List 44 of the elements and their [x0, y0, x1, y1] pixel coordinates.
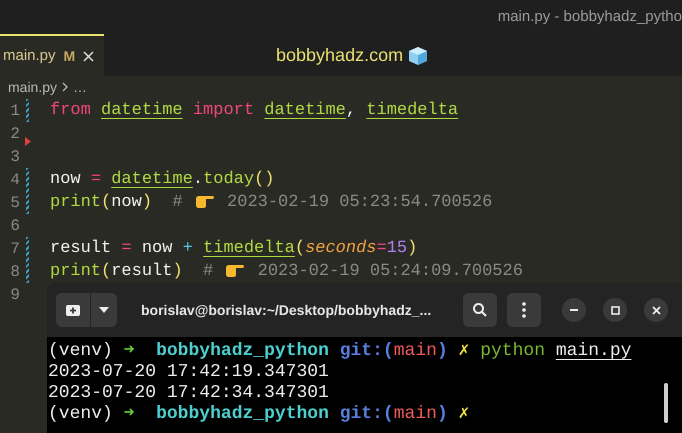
- dropdown-button[interactable]: [91, 293, 117, 327]
- minimize-button[interactable]: [562, 298, 586, 322]
- scrollbar[interactable]: [664, 383, 668, 423]
- terminal-line: 2023-07-20 17:42:34.347301: [48, 383, 329, 404]
- code-line: from datetime import datetime, timedelta: [50, 100, 458, 122]
- line-number: 6: [9, 216, 20, 236]
- terminal-line: (venv) ➜ bobbyhadz_python git:(main) ✗: [48, 404, 470, 425]
- terminal-line: (venv) ➜ bobbyhadz_python git:(main) ✗ python main.py: [48, 341, 632, 362]
- search-icon: [472, 302, 488, 318]
- line-number: 4: [9, 170, 20, 190]
- plus-box-icon: [66, 304, 80, 316]
- cube-icon: [407, 44, 430, 66]
- new-tab-button[interactable]: [56, 293, 90, 327]
- terminal-line: 2023-07-20 17:42:19.347301: [48, 362, 329, 383]
- line-number: 2: [9, 124, 20, 144]
- line-number: 7: [9, 238, 20, 260]
- code-line: now = datetime.today(): [50, 168, 274, 191]
- close-icon: [652, 306, 660, 314]
- terminal-title: borislav@borislav:~/Desktop/bobbyhadz_...: [141, 300, 432, 320]
- menu-button[interactable]: [507, 293, 541, 327]
- code-line: result = now + timedelta(seconds=15): [50, 238, 418, 260]
- maximize-button[interactable]: [603, 298, 627, 322]
- line-number: 3: [9, 146, 20, 168]
- site-name: bobbyhadz.com: [276, 44, 404, 67]
- line-number: 9: [9, 284, 20, 306]
- line-number: 5: [9, 192, 20, 214]
- modified-indicator: M: [64, 46, 76, 66]
- breadcrumb-item[interactable]: …: [73, 76, 88, 98]
- editor-tab[interactable]: main.py M: [0, 34, 104, 76]
- close-button[interactable]: [644, 298, 668, 322]
- line-number: 8: [9, 262, 20, 282]
- caret-icon: [99, 307, 109, 313]
- breadcrumb-item[interactable]: main.py: [0, 76, 58, 98]
- line-number: 1: [9, 100, 20, 122]
- minimize-icon: [570, 309, 578, 311]
- window-title: main.py - bobbyhadz_pytho: [498, 6, 682, 27]
- close-icon[interactable]: [83, 50, 94, 62]
- maximize-icon: [610, 306, 620, 314]
- tab-label: main.py: [3, 46, 56, 66]
- code-line: print(now) # 2023-02-19 05:23:54.700526: [50, 192, 492, 214]
- chevron-icon: [61, 81, 70, 93]
- code-line: print(result) # 2023-02-19 05:24:09.700526: [50, 260, 523, 283]
- search-button[interactable]: [463, 293, 497, 327]
- menu-icon: [522, 302, 526, 318]
